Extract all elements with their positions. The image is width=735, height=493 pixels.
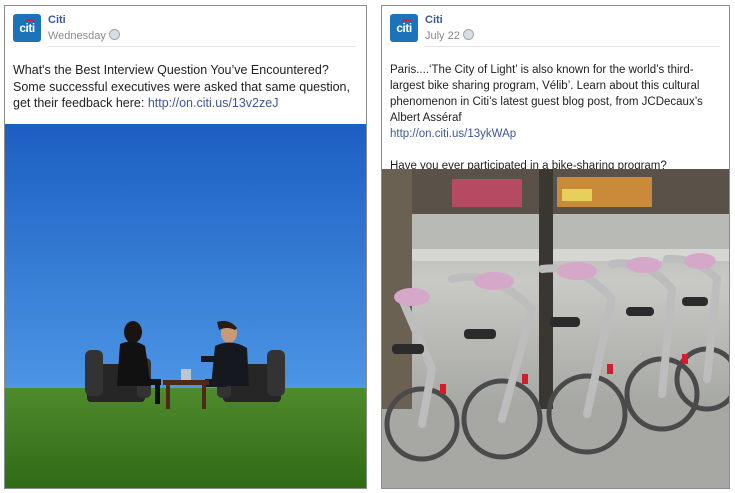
post-link[interactable]: http://on.citi.us/13ykWAp xyxy=(390,128,516,140)
citi-logo-avatar[interactable]: citi xyxy=(13,14,41,42)
citi-logo-arc xyxy=(25,19,35,27)
header-divider xyxy=(48,46,356,47)
interview-photo[interactable] xyxy=(5,124,366,488)
timestamp-text: Wednesday xyxy=(48,30,106,42)
post-message: Paris....‘The City of Light’ is also kno… xyxy=(382,50,729,174)
post-link[interactable]: http://on.citi.us/13v2zeJ xyxy=(148,96,279,110)
bike-sharing-photo[interactable] xyxy=(382,169,729,488)
post-timestamp[interactable]: Wednesday xyxy=(48,29,120,42)
timestamp-text: July 22 xyxy=(425,30,460,42)
post-header: citi Citi Wednesday xyxy=(5,6,366,50)
facebook-post-interview: citi Citi Wednesday What's the Best Inte… xyxy=(4,5,367,489)
header-divider xyxy=(425,46,719,47)
citi-logo-arc xyxy=(402,19,412,27)
page-name-link[interactable]: Citi xyxy=(48,14,66,26)
globe-icon xyxy=(462,29,474,40)
post-header: citi Citi July 22 xyxy=(382,6,729,50)
page-name-link[interactable]: Citi xyxy=(425,14,443,26)
globe-icon xyxy=(108,29,120,40)
post-message: What's the Best Interview Question You’v… xyxy=(5,50,366,112)
message-text: Paris....‘The City of Light’ is also kno… xyxy=(390,64,703,124)
citi-logo-avatar[interactable]: citi xyxy=(390,14,418,42)
post-timestamp[interactable]: July 22 xyxy=(425,29,474,42)
facebook-post-velib: citi Citi July 22 Paris....‘The City of … xyxy=(381,5,730,489)
